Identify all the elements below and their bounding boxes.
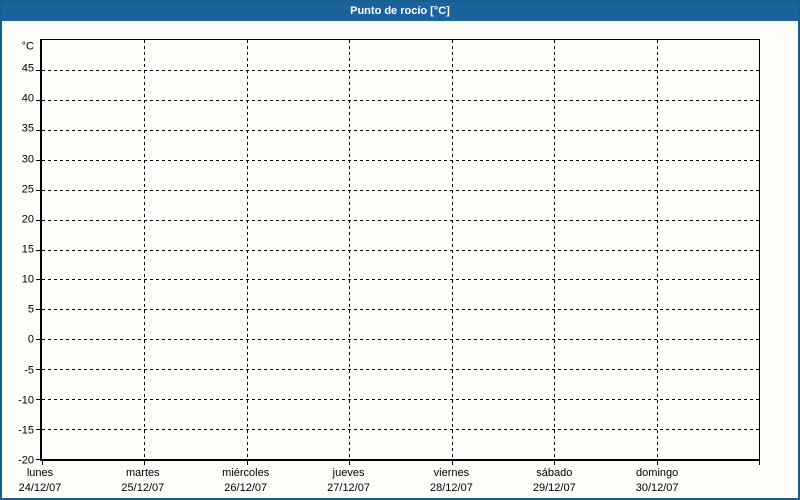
v-gridline [144, 40, 146, 459]
h-gridline [42, 429, 759, 431]
y-tick [36, 159, 40, 161]
x-day-label: sábado 29/12/07 [533, 466, 576, 496]
day-date: 29/12/07 [532, 482, 576, 494]
day-name: martes [126, 467, 160, 479]
x-day-label: domingo 30/12/07 [636, 466, 679, 496]
y-tick [36, 249, 40, 251]
y-tick-label: 0 [27, 333, 34, 346]
h-gridline [42, 69, 759, 71]
y-tick-label: 35 [21, 122, 34, 135]
day-date: 30/12/07 [635, 482, 679, 494]
y-tick [36, 339, 40, 341]
day-name: jueves [332, 467, 365, 479]
day-date: 24/12/07 [18, 482, 62, 494]
y-tick [36, 129, 40, 131]
y-tick [36, 69, 40, 71]
y-axis-unit-label: °C [21, 40, 34, 53]
v-gridline [451, 40, 453, 459]
h-gridline [42, 339, 759, 341]
v-gridline [349, 40, 351, 459]
y-tick-label: 10 [21, 273, 34, 286]
y-tick [36, 99, 40, 101]
x-day-label: martes 25/12/07 [121, 466, 164, 496]
plot-area [36, 39, 760, 465]
y-tick [36, 279, 40, 281]
day-name: sábado [536, 467, 573, 479]
y-tick [36, 219, 40, 221]
y-tick-label: -10 [18, 394, 34, 407]
day-name: domingo [636, 467, 679, 479]
y-tick-label: 25 [21, 183, 34, 196]
h-gridline [42, 99, 759, 101]
v-gridline [246, 40, 248, 459]
y-tick-label: -5 [24, 364, 34, 377]
y-tick [36, 309, 40, 311]
day-date: 28/12/07 [430, 482, 473, 494]
chart-window: Punto de rocío [°C] °C 45 40 35 30 25 20 15 10 5… [0, 0, 800, 500]
h-gridline [42, 159, 759, 161]
y-tick [36, 189, 40, 191]
x-axis-labels: lunes 24/12/07 martes 25/12/07 miércoles 26/1… [19, 464, 760, 496]
h-gridline [42, 369, 759, 371]
x-day-label: lunes 24/12/07 [19, 466, 62, 496]
x-day-label: viernes 28/12/07 [430, 466, 473, 496]
h-gridline [42, 399, 759, 401]
x-day-label: jueves 27/12/07 [327, 466, 370, 496]
title-bar: Punto de rocío [°C] [2, 2, 798, 21]
h-gridline [42, 249, 759, 251]
day-date: 25/12/07 [121, 482, 165, 494]
x-day-label: miércoles 26/12/07 [222, 466, 269, 496]
h-gridline [42, 129, 759, 131]
y-tick-label: -20 [18, 454, 34, 467]
v-gridline [656, 40, 658, 459]
h-gridline [42, 219, 759, 221]
y-tick [36, 399, 40, 401]
y-tick-label: 45 [21, 62, 34, 75]
h-gridline [42, 189, 759, 191]
y-tick-label: -15 [18, 424, 34, 437]
y-tick [36, 369, 40, 371]
v-gridline [554, 40, 556, 459]
y-tick [36, 429, 40, 431]
y-tick [36, 459, 40, 460]
day-name: miércoles [222, 467, 270, 479]
h-gridline [42, 279, 759, 281]
y-tick-label: 5 [27, 303, 34, 316]
y-tick-label: 20 [21, 213, 34, 226]
h-gridline [42, 309, 759, 311]
day-date: 26/12/07 [224, 482, 268, 494]
day-name: viernes [433, 467, 470, 479]
day-date: 27/12/07 [327, 482, 370, 494]
y-tick-label: 40 [21, 92, 34, 105]
y-axis-labels: °C 45 40 35 30 25 20 15 10 5 0 -5 -10 -15 -20 [2, 39, 38, 466]
y-tick-label: 15 [21, 243, 34, 256]
y-tick-label: 30 [21, 153, 34, 166]
day-name: lunes [26, 467, 54, 479]
